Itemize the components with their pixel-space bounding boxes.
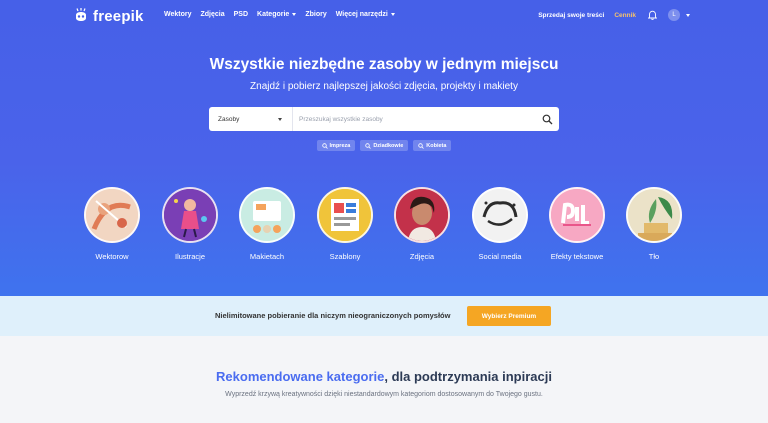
category-illustrations[interactable]: Ilustracje bbox=[155, 187, 225, 261]
category-social-media[interactable]: Social media bbox=[465, 187, 535, 261]
tag-label: Kobieta bbox=[426, 142, 447, 149]
category-photos[interactable]: Zdjęcia bbox=[387, 187, 457, 261]
category-row: Wektorow Ilustracje Makietach Szablony Z… bbox=[0, 187, 768, 267]
category-label: Zdjęcia bbox=[409, 252, 435, 261]
choose-premium-button[interactable]: Wybierz Premium bbox=[467, 306, 551, 326]
avatar: L bbox=[668, 9, 680, 21]
pricing-link[interactable]: Cennik bbox=[614, 12, 636, 19]
search-icon bbox=[365, 142, 372, 149]
category-thumbnail bbox=[239, 187, 295, 243]
recommended-section: Rekomendowane kategorie, dla podtrzymani… bbox=[0, 336, 768, 423]
category-label: Makietach bbox=[249, 252, 285, 261]
nav-link-collections[interactable]: Zbiory bbox=[305, 11, 326, 18]
hero-subtitle: Znajdź i pobierz najlepszej jakości zdję… bbox=[250, 81, 518, 92]
nav-link-photos[interactable]: Zdjęcia bbox=[201, 11, 225, 18]
category-thumbnail bbox=[549, 187, 605, 243]
category-label: Tło bbox=[648, 252, 660, 261]
category-templates[interactable]: Szablony bbox=[310, 187, 380, 261]
search-type-select[interactable]: Zasoby bbox=[209, 107, 293, 131]
category-thumbnail bbox=[84, 187, 140, 243]
category-label: Ilustracje bbox=[174, 252, 205, 261]
search-button[interactable] bbox=[535, 107, 559, 131]
freepik-logo[interactable]: freepik bbox=[73, 6, 144, 26]
freepik-logo-icon bbox=[76, 8, 86, 21]
search-icon bbox=[418, 142, 425, 149]
recommended-subtitle: Wyprzedź krzywą kreatywności dzięki nies… bbox=[225, 391, 543, 398]
category-backgrounds[interactable]: Tło bbox=[619, 187, 689, 261]
category-label: Wektorow bbox=[95, 252, 129, 261]
search-icon bbox=[542, 114, 552, 124]
category-thumbnail bbox=[394, 187, 450, 243]
nav-link-categories-label: Kategorie bbox=[257, 11, 290, 18]
category-thumbnail bbox=[317, 187, 373, 243]
premium-banner: Nielimitowane pobieranie dla niczym nieo… bbox=[0, 296, 768, 336]
chevron-down-icon bbox=[278, 117, 282, 121]
hero-title: Wszystkie niezbędne zasoby w jednym miej… bbox=[209, 56, 559, 73]
notifications-button[interactable] bbox=[646, 9, 658, 21]
recommended-title: Rekomendowane kategorie, dla podtrzymani… bbox=[0, 369, 768, 384]
tag-chip[interactable]: Kobieta bbox=[413, 140, 452, 151]
popular-tags: Imprezа Dziadkowie Kobieta bbox=[0, 140, 768, 151]
logo-text: freepik bbox=[93, 7, 144, 25]
category-mockups[interactable]: Makietach bbox=[232, 187, 302, 261]
search-input[interactable] bbox=[293, 107, 535, 131]
category-label: Szablony bbox=[329, 252, 361, 261]
recommended-title-accent: Rekomendowane kategorie bbox=[216, 369, 385, 384]
search-icon bbox=[321, 142, 328, 149]
nav-link-more-tools[interactable]: Więcej narzędzi bbox=[336, 11, 395, 18]
category-thumbnail bbox=[162, 187, 218, 243]
tag-chip[interactable]: Imprezа bbox=[316, 140, 356, 151]
category-text-effects[interactable]: Efekty tekstowe bbox=[542, 187, 612, 261]
user-menu[interactable]: L bbox=[668, 9, 690, 21]
search-type-label: Zasoby bbox=[218, 115, 240, 123]
sell-content-link[interactable]: Sprzedaj swoje treści bbox=[538, 12, 604, 19]
category-thumbnail bbox=[472, 187, 528, 243]
nav-link-categories[interactable]: Kategorie bbox=[257, 11, 297, 18]
search-bar: Zasoby bbox=[209, 107, 559, 131]
recommended-title-rest: , dla podtrzymania inpiracji bbox=[384, 369, 552, 384]
chevron-down-icon bbox=[292, 12, 297, 16]
chevron-down-icon bbox=[686, 13, 690, 17]
category-label: Efekty tekstowe bbox=[550, 252, 604, 261]
nav-link-vectors[interactable]: Wektory bbox=[164, 11, 192, 18]
tag-label: Imprezа bbox=[329, 142, 351, 149]
chevron-down-icon bbox=[390, 12, 395, 16]
hero-section: freepik Wektory Zdjęcia PSD Kategorie Zb… bbox=[0, 0, 768, 296]
top-nav: freepik Wektory Zdjęcia PSD Kategorie Zb… bbox=[0, 0, 768, 32]
category-thumbnail bbox=[626, 187, 682, 243]
banner-text: Nielimitowane pobieranie dla niczym nieo… bbox=[215, 311, 451, 320]
bell-icon bbox=[647, 10, 657, 20]
nav-link-more-tools-label: Więcej narzędzi bbox=[335, 11, 388, 18]
tag-label: Dziadkowie bbox=[373, 142, 404, 149]
nav-right: Sprzedaj swoje treści Cennik L bbox=[538, 9, 690, 21]
nav-link-psd[interactable]: PSD bbox=[234, 11, 248, 18]
category-label: Social media bbox=[478, 252, 522, 261]
category-vectors[interactable]: Wektorow bbox=[77, 187, 147, 261]
nav-links: Wektory Zdjęcia PSD Kategorie Zbiory Wię… bbox=[164, 11, 395, 18]
tag-chip[interactable]: Dziadkowie bbox=[360, 140, 409, 151]
